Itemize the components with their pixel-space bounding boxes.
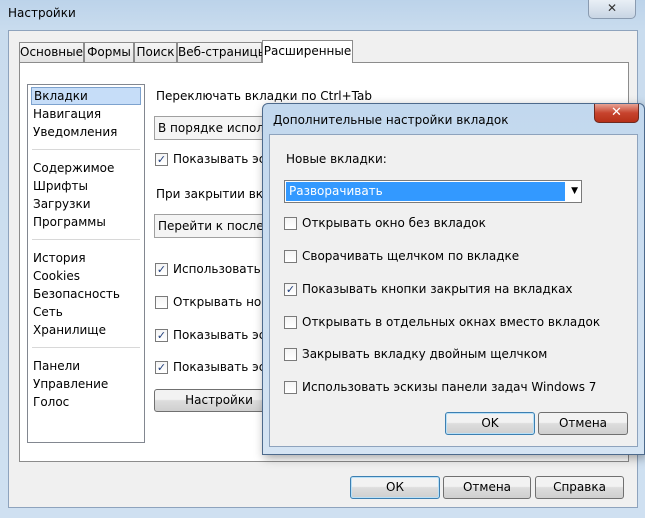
check-icon: ✓ <box>156 329 167 342</box>
tab-search[interactable]: Поиск <box>134 42 177 62</box>
category-toolbars[interactable]: Панели <box>31 357 141 375</box>
category-programs[interactable]: Программы <box>31 213 141 231</box>
option-checkbox[interactable]: ✓ <box>284 283 297 296</box>
option-label: Закрывать вкладку двойным щелчком <box>302 347 548 361</box>
use-checkbox[interactable]: ✓ <box>155 263 168 276</box>
category-list: Вкладки Навигация Уведомления Содержимое… <box>27 84 145 443</box>
ctrl-tab-label: Переключать вкладки по Ctrl+Tab <box>156 89 372 103</box>
category-control[interactable]: Управление <box>31 375 141 393</box>
check-icon: ✓ <box>156 361 167 374</box>
option-checkbox[interactable] <box>284 381 297 394</box>
option-label: Использовать эскизы панели задач Windows… <box>302 380 597 394</box>
tab-forms[interactable]: Формы <box>84 42 134 62</box>
new-tabs-selected-value: Разворачивать <box>286 182 565 201</box>
check-icon: ✓ <box>156 153 167 166</box>
tab-advanced[interactable]: Расширенные <box>262 40 353 63</box>
category-history[interactable]: История <box>31 249 141 267</box>
category-cookies[interactable]: Cookies <box>31 267 141 285</box>
category-fonts[interactable]: Шрифты <box>31 177 141 195</box>
option-checkbox[interactable] <box>284 250 297 263</box>
window-close-button[interactable]: ✕ <box>588 0 636 19</box>
option-label: Открывать в отдельных окнах вместо вклад… <box>302 315 601 329</box>
category-downloads[interactable]: Загрузки <box>31 195 141 213</box>
category-tabs[interactable]: Вкладки <box>31 87 141 105</box>
show-thumbnails-checkbox[interactable]: ✓ <box>155 153 168 166</box>
open-new-checkbox[interactable] <box>155 296 168 309</box>
option-checkbox[interactable] <box>284 316 297 329</box>
check-icon: ✓ <box>156 263 167 276</box>
open-new-label: Открывать нову <box>173 295 276 309</box>
ok-button[interactable]: ОК <box>350 476 440 499</box>
help-button[interactable]: Справка <box>535 476 624 499</box>
option-checkbox[interactable] <box>284 217 297 230</box>
tab-main[interactable]: Основные <box>19 42 84 62</box>
dialog-ok-button[interactable]: OK <box>445 412 535 435</box>
close-icon: ✕ <box>611 105 622 120</box>
check-icon: ✓ <box>285 283 296 296</box>
category-navigation[interactable]: Навигация <box>31 105 141 123</box>
category-notifications[interactable]: Уведомления <box>31 123 141 141</box>
option-label: Сворачивать щелчком по вкладке <box>302 249 520 263</box>
option-checkbox[interactable] <box>284 348 297 361</box>
new-tabs-select[interactable]: Разворачивать ▼ <box>284 180 582 203</box>
category-content[interactable]: Содержимое <box>31 159 141 177</box>
cancel-button[interactable]: Отмена <box>443 476 531 499</box>
show-thumbnails-3-checkbox[interactable]: ✓ <box>155 361 168 374</box>
category-voice[interactable]: Голос <box>31 393 141 411</box>
option-label: Открывать окно без вкладок <box>302 216 486 230</box>
option-label: Показывать кнопки закрытия на вкладках <box>302 282 573 296</box>
new-tabs-label: Новые вкладки: <box>286 152 387 166</box>
category-divider <box>32 347 140 348</box>
window-title: Настройки <box>8 6 76 20</box>
tab-webpages[interactable]: Веб-страницы <box>177 42 267 62</box>
close-icon: ✕ <box>606 1 618 15</box>
dialog-cancel-button[interactable]: Отмена <box>538 412 628 435</box>
chevron-down-icon[interactable]: ▼ <box>571 186 578 196</box>
show-thumbnails-2-checkbox[interactable]: ✓ <box>155 329 168 342</box>
category-network[interactable]: Сеть <box>31 303 141 321</box>
category-divider <box>32 149 140 150</box>
category-storage[interactable]: Хранилище <box>31 321 141 339</box>
category-divider <box>32 239 140 240</box>
category-security[interactable]: Безопасность <box>31 285 141 303</box>
dialog-close-button[interactable]: ✕ <box>594 104 639 123</box>
dialog-title: Дополнительные настройки вкладок <box>273 113 509 127</box>
